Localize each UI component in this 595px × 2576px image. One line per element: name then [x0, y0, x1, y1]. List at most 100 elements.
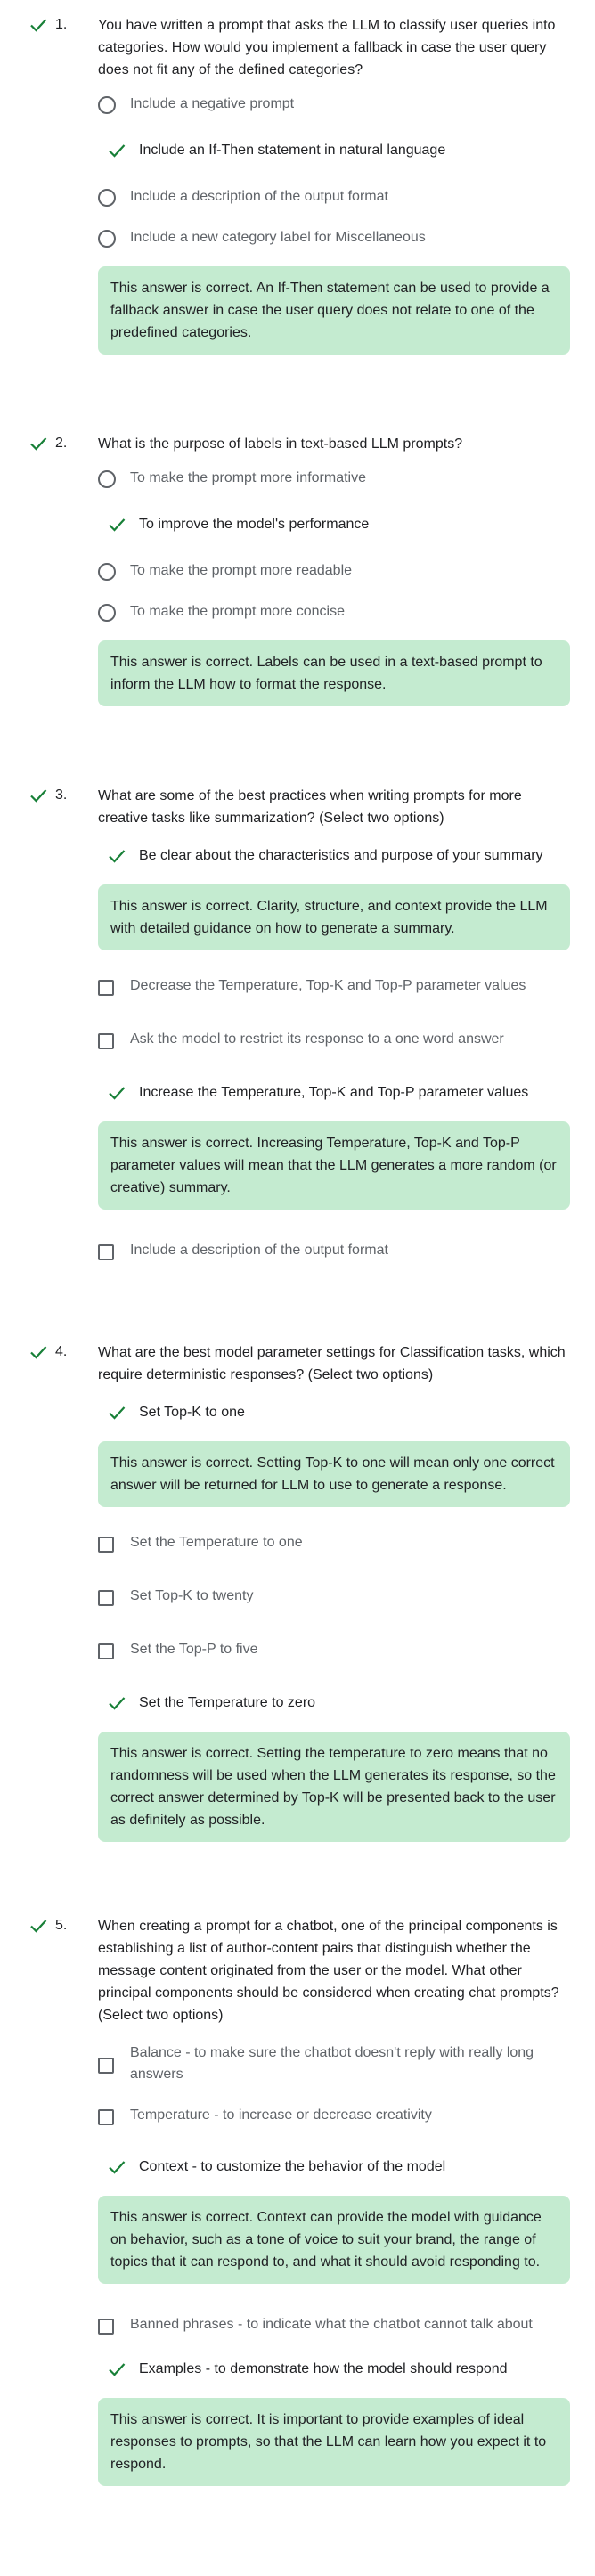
radio-button[interactable]: [98, 470, 116, 488]
correct-feedback: This answer is correct. Increasing Tempe…: [98, 1121, 570, 1210]
question-4: 4. What are the best model parameter set…: [0, 1268, 595, 1842]
question-header: 2. What is the purpose of labels in text…: [30, 433, 570, 455]
question-2: 2. What is the purpose of labels in text…: [0, 355, 595, 706]
option-checkbox[interactable]: Temperature - to increase or decrease cr…: [98, 2105, 570, 2133]
radio-button[interactable]: [98, 96, 116, 114]
option-label: Banned phrases - to indicate what the ch…: [130, 2317, 533, 2332]
correct-feedback: This answer is correct. Setting the temp…: [98, 1732, 570, 1842]
check-icon: [109, 144, 126, 158]
option-checkbox[interactable]: Ask the model to restrict its response t…: [98, 1029, 570, 1057]
checkbox[interactable]: [98, 2108, 114, 2125]
option-label: Decrease the Temperature, Top-K and Top-…: [130, 978, 526, 993]
check-icon: [29, 433, 48, 454]
option-checkbox[interactable]: Set the Top-P to five: [98, 1639, 570, 1667]
option-label: Temperature - to increase or decrease cr…: [130, 2107, 432, 2123]
option-label: Include a description of the output form…: [130, 1243, 388, 1258]
option-label: To make the prompt more readable: [130, 563, 353, 578]
option-radio[interactable]: To make the prompt more concise: [98, 601, 570, 630]
check-icon: [29, 14, 48, 36]
option-label: Be clear about the characteristics and p…: [139, 848, 543, 863]
correct-feedback: This answer is correct. Setting Top-K to…: [98, 1441, 570, 1507]
check-icon: [109, 850, 126, 863]
checkbox[interactable]: [98, 1589, 114, 1606]
checkbox[interactable]: [98, 1643, 114, 1659]
option-checkbox[interactable]: Include a description of the output form…: [98, 1240, 570, 1268]
option-checkbox[interactable]: Set Top-K to twenty: [98, 1586, 570, 1614]
question-text: What are some of the best practices when…: [98, 788, 522, 826]
option-label: Set Top-K to one: [139, 1405, 245, 1420]
option-radio[interactable]: To make the prompt more informative: [98, 468, 570, 496]
option-checkbox-selected[interactable]: Set Top-K to one: [98, 1402, 570, 1431]
question-header: 5. When creating a prompt for a chatbot,…: [30, 1915, 570, 2026]
radio-button[interactable]: [98, 563, 116, 581]
check-icon: [29, 1341, 48, 1363]
question-1: 1. You have written a prompt that asks t…: [0, 0, 595, 355]
correct-feedback: This answer is correct. It is important …: [98, 2398, 570, 2486]
option-radio[interactable]: To make the prompt more readable: [98, 560, 570, 589]
question-text: What is the purpose of labels in text-ba…: [98, 436, 463, 452]
option-label: Ask the model to restrict its response t…: [130, 1031, 504, 1047]
correct-feedback: This answer is correct. Context can prov…: [98, 2196, 570, 2284]
radio-button[interactable]: [98, 230, 116, 248]
question-number: 3.: [55, 787, 68, 803]
option-label: Set the Temperature to one: [130, 1535, 303, 1550]
option-label: Set the Temperature to zero: [139, 1695, 316, 1710]
option-label: Balance - to make sure the chatbot doesn…: [130, 2045, 534, 2082]
option-label: Include a description of the output form…: [130, 189, 388, 204]
check-icon: [109, 1087, 126, 1100]
check-icon: [109, 1697, 126, 1710]
option-label: To make the prompt more concise: [130, 604, 345, 619]
option-checkbox[interactable]: Balance - to make sure the chatbot doesn…: [98, 2042, 570, 2085]
checkbox[interactable]: [98, 2057, 114, 2074]
question-header: 4. What are the best model parameter set…: [30, 1341, 570, 1386]
question-5: 5. When creating a prompt for a chatbot,…: [0, 1842, 595, 2522]
checkbox[interactable]: [98, 979, 114, 996]
option-label: Set Top-K to twenty: [130, 1588, 254, 1603]
option-label: To improve the model's performance: [139, 517, 370, 532]
checkbox[interactable]: [98, 1243, 114, 1260]
option-radio[interactable]: Include a description of the output form…: [98, 186, 570, 215]
check-icon: [29, 1915, 48, 1936]
option-checkbox-selected[interactable]: Increase the Temperature, Top-K and Top-…: [98, 1082, 570, 1111]
option-checkbox[interactable]: Decrease the Temperature, Top-K and Top-…: [98, 975, 570, 1004]
option-checkbox-selected[interactable]: Set the Temperature to zero: [98, 1692, 570, 1721]
check-icon: [109, 2161, 126, 2174]
option-label: Include an If-Then statement in natural …: [139, 143, 446, 158]
option-label: Include a new category label for Miscell…: [130, 230, 426, 245]
correct-feedback: This answer is correct. Labels can be us…: [98, 640, 570, 706]
question-text: You have written a prompt that asks the …: [98, 18, 556, 77]
question-text: When creating a prompt for a chatbot, on…: [98, 1919, 559, 2023]
option-radio-selected[interactable]: To improve the model's performance: [98, 514, 570, 542]
radio-button[interactable]: [98, 604, 116, 622]
question-header: 3. What are some of the best practices w…: [30, 785, 570, 829]
option-radio[interactable]: Include a negative prompt: [98, 94, 570, 122]
checkbox[interactable]: [98, 2318, 114, 2335]
option-checkbox-selected[interactable]: Be clear about the characteristics and p…: [98, 845, 570, 874]
quiz: 1. You have written a prompt that asks t…: [0, 0, 595, 2522]
option-label: Examples - to demonstrate how the model …: [139, 2361, 508, 2376]
question-number: 2.: [55, 436, 68, 451]
option-checkbox[interactable]: Set the Temperature to one: [98, 1532, 570, 1561]
checkbox[interactable]: [98, 1536, 114, 1553]
option-label: Increase the Temperature, Top-K and Top-…: [139, 1085, 529, 1100]
check-icon: [109, 1406, 126, 1420]
question-3: 3. What are some of the best practices w…: [0, 706, 595, 1268]
check-icon: [29, 785, 48, 806]
option-radio[interactable]: Include a new category label for Miscell…: [98, 227, 570, 256]
check-icon: [109, 518, 126, 532]
option-radio-selected[interactable]: Include an If-Then statement in natural …: [98, 140, 570, 168]
correct-feedback: This answer is correct. Clarity, structu…: [98, 884, 570, 950]
question-number: 1.: [55, 17, 68, 32]
option-label: To make the prompt more informative: [130, 470, 366, 485]
question-number: 4.: [55, 1344, 68, 1359]
checkbox[interactable]: [98, 1032, 114, 1049]
option-label: Include a negative prompt: [130, 96, 295, 111]
option-label: Context - to customize the behavior of t…: [139, 2159, 446, 2174]
question-text: What are the best model parameter settin…: [98, 1345, 566, 1382]
option-label: Set the Top-P to five: [130, 1642, 258, 1657]
option-checkbox-selected[interactable]: Examples - to demonstrate how the model …: [98, 2359, 570, 2387]
question-number: 5.: [55, 1918, 68, 1933]
option-checkbox-selected[interactable]: Context - to customize the behavior of t…: [98, 2156, 570, 2185]
option-checkbox[interactable]: Banned phrases - to indicate what the ch…: [98, 2311, 570, 2339]
radio-button[interactable]: [98, 189, 116, 207]
